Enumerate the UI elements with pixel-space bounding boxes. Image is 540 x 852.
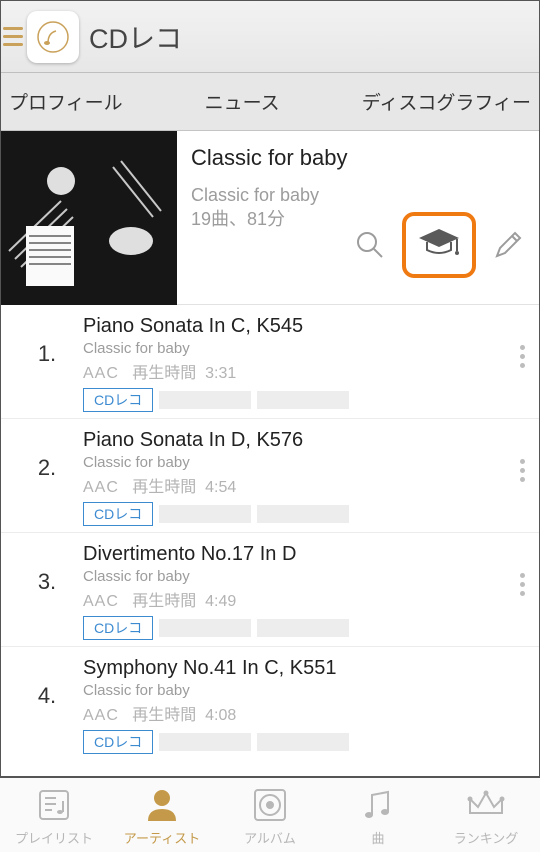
- track-artist: Classic for baby: [83, 682, 529, 699]
- song-icon: [358, 784, 398, 826]
- track-number: 1.: [11, 315, 83, 367]
- track-bar-segment: [159, 505, 251, 523]
- edit-icon[interactable]: [486, 223, 530, 267]
- track-number: 2.: [11, 429, 83, 481]
- track-meta: AAC 再生時間 3:31: [83, 359, 529, 383]
- cdreco-badge: CDレコ: [83, 616, 153, 640]
- more-icon[interactable]: [520, 573, 525, 596]
- tab-discography[interactable]: ディスコグラフィー: [362, 88, 531, 115]
- album-icon: [250, 784, 290, 826]
- playlist-icon: [34, 784, 74, 826]
- app-title: CDレコ: [89, 17, 182, 56]
- cdreco-badge: CDレコ: [83, 730, 153, 754]
- track-bar-segment: [159, 391, 251, 409]
- tab-artist[interactable]: アーティスト: [108, 778, 216, 852]
- track-title: Symphony No.41 In C, K551: [83, 657, 529, 680]
- ranking-icon: [464, 784, 508, 826]
- tab-profile[interactable]: プロフィール: [9, 88, 123, 115]
- cdreco-badge: CDレコ: [83, 502, 153, 526]
- track-artist: Classic for baby: [83, 340, 529, 357]
- track-meta: AAC 再生時間 4:49: [83, 587, 529, 611]
- tab-song[interactable]: 曲: [324, 778, 432, 852]
- track-bar-segment: [159, 619, 251, 637]
- track-row[interactable]: 2. Piano Sonata In D, K576 Classic for b…: [1, 419, 539, 533]
- artist-icon: [142, 784, 182, 826]
- cdreco-badge: CDレコ: [83, 388, 153, 412]
- track-list: 1. Piano Sonata In C, K545 Classic for b…: [1, 305, 539, 747]
- track-artist: Classic for baby: [83, 568, 529, 585]
- track-meta: AAC 再生時間 4:08: [83, 701, 529, 725]
- search-icon[interactable]: [348, 223, 392, 267]
- title-bar: CDレコ: [1, 1, 539, 73]
- menu-button[interactable]: [3, 27, 23, 46]
- track-bar-segment: [159, 733, 251, 751]
- app-icon: [27, 11, 79, 63]
- album-artist: Classic for baby: [191, 183, 527, 207]
- more-icon[interactable]: [520, 459, 525, 482]
- tab-playlist[interactable]: プレイリスト: [0, 778, 108, 852]
- graduation-cap-icon[interactable]: [417, 226, 461, 265]
- track-number: 4.: [11, 657, 83, 709]
- graduation-button-highlight: [402, 212, 476, 278]
- tab-news[interactable]: ニュース: [205, 88, 280, 115]
- track-meta: AAC 再生時間 4:54: [83, 473, 529, 497]
- bottom-tab-bar: プレイリスト アーティスト アルバム 曲: [0, 776, 540, 852]
- track-row[interactable]: 3. Divertimento No.17 In D Classic for b…: [1, 533, 539, 647]
- segment-tabs: プロフィール ニュース ディスコグラフィー: [1, 73, 539, 131]
- track-artist: Classic for baby: [83, 454, 529, 471]
- album-title: Classic for baby: [191, 145, 527, 171]
- track-bar-segment: [257, 505, 349, 523]
- track-bar-segment: [257, 391, 349, 409]
- track-bar-segment: [257, 619, 349, 637]
- track-row[interactable]: 1. Piano Sonata In C, K545 Classic for b…: [1, 305, 539, 419]
- album-art: [1, 131, 177, 305]
- tab-ranking[interactable]: ランキング: [432, 778, 540, 852]
- tab-album[interactable]: アルバム: [216, 778, 324, 852]
- track-title: Piano Sonata In D, K576: [83, 429, 529, 452]
- track-title: Piano Sonata In C, K545: [83, 315, 529, 338]
- track-number: 3.: [11, 543, 83, 595]
- track-title: Divertimento No.17 In D: [83, 543, 529, 566]
- more-icon[interactable]: [520, 345, 525, 368]
- track-bar-segment: [257, 733, 349, 751]
- track-row[interactable]: 4. Symphony No.41 In C, K551 Classic for…: [1, 647, 539, 747]
